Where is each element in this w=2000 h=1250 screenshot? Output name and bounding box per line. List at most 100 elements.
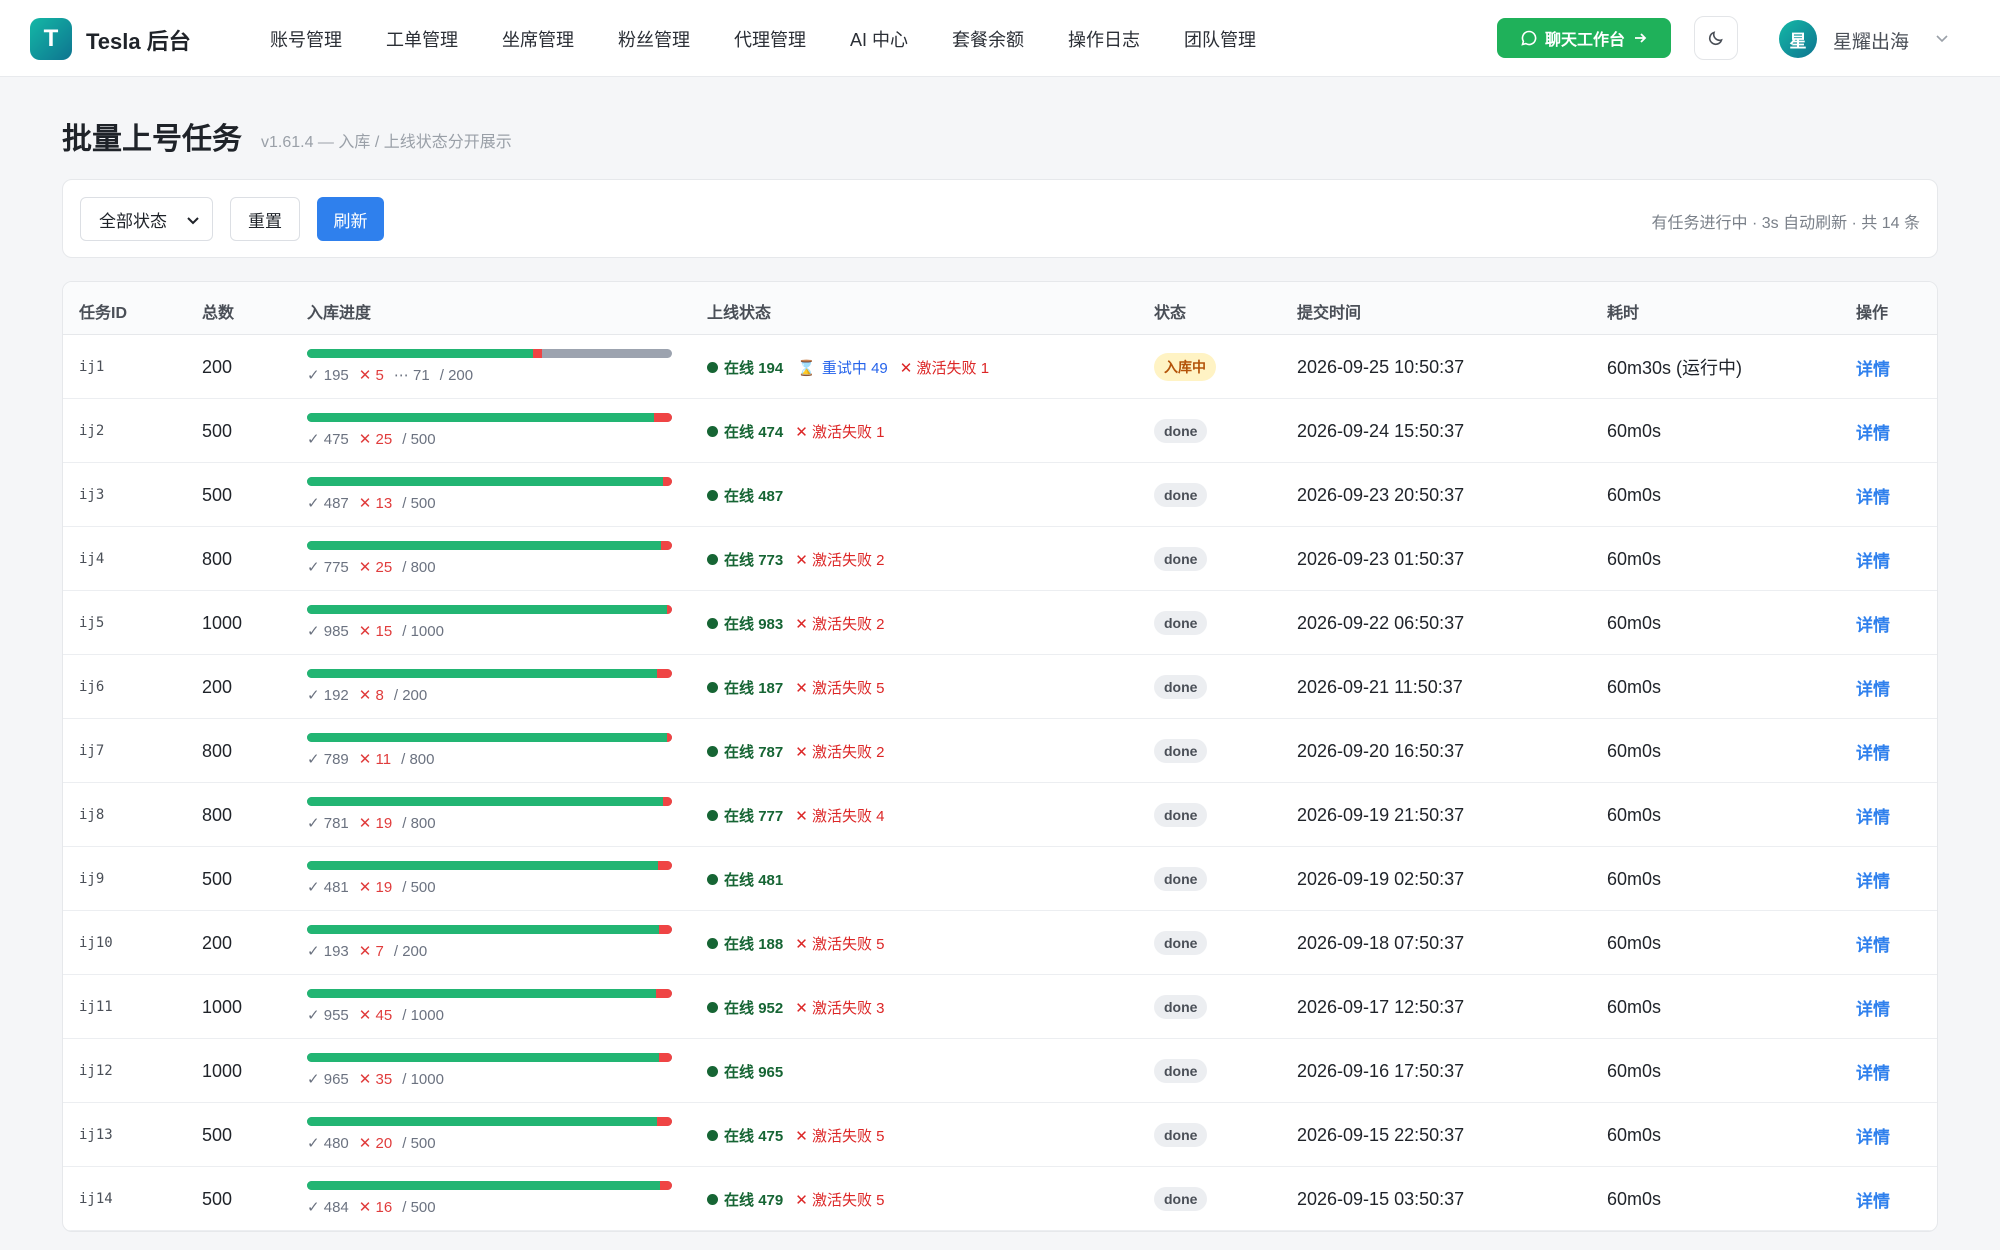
detail-link[interactable]: 详情 (1856, 719, 1890, 783)
online-status: 在线 475 ✕ 激活失败 5 (707, 1103, 885, 1167)
task-id: ij14 (79, 1191, 113, 1207)
online-count: 在线 983 (724, 615, 784, 633)
progress-fail-fill (659, 1053, 672, 1062)
detail-link[interactable]: 详情 (1856, 399, 1890, 463)
theme-toggle-button[interactable] (1694, 16, 1738, 60)
online-count: 在线 194 (724, 359, 784, 377)
detail-link[interactable]: 详情 (1856, 463, 1890, 527)
ok-count: ✓ 484 (307, 1199, 349, 1216)
nav-item[interactable]: 套餐余额 (952, 26, 1024, 52)
progress-ok-fill (307, 1053, 660, 1062)
detail-link[interactable]: 详情 (1856, 1103, 1890, 1167)
progress-total: / 200 (393, 943, 428, 960)
task-id: ij11 (79, 999, 113, 1015)
col-online-status: 上线状态 (707, 305, 772, 322)
duration: 60m30s (运行中) (1607, 358, 1743, 378)
table-row: ij3 500 ✓ 487 ✕ 13 / 500 在线 487 done 2026-09-23… (63, 463, 1937, 527)
status-cell: done (1154, 1039, 1208, 1103)
task-total: 200 (202, 356, 233, 377)
detail-link[interactable]: 详情 (1856, 655, 1890, 719)
detail-link[interactable]: 详情 (1856, 975, 1890, 1039)
submit-time: 2026-09-15 22:50:37 (1297, 1124, 1465, 1145)
nav-item[interactable]: 坐席管理 (502, 26, 574, 52)
online-dot-icon (707, 489, 718, 501)
online-status: 在线 487 (707, 463, 783, 527)
progress-bar (307, 541, 672, 550)
chevron-down-icon[interactable] (1934, 30, 1950, 46)
progress-fail-fill (663, 797, 672, 806)
progress-stats: ✓ 955 ✕ 45 / 1000 (307, 1006, 444, 1024)
progress-total: / 800 (402, 559, 436, 576)
nav-item[interactable]: AI 中心 (850, 26, 908, 52)
duration: 60m0s (1607, 868, 1662, 889)
duration: 60m0s (1607, 804, 1662, 825)
progress-bar (307, 477, 672, 486)
online-status: 在线 479 ✕ 激活失败 5 (707, 1167, 885, 1231)
online-status: 在线 787 ✕ 激活失败 2 (707, 719, 885, 783)
task-total: 800 (202, 548, 233, 569)
submit-time: 2026-09-19 21:50:37 (1297, 804, 1465, 825)
detail-link[interactable]: 详情 (1856, 527, 1890, 591)
col-task-id: 任务ID (79, 305, 128, 322)
nav-item[interactable]: 粉丝管理 (618, 26, 690, 52)
progress-ok-fill (307, 349, 534, 358)
detail-link[interactable]: 详情 (1856, 911, 1890, 975)
progress-bar (307, 413, 672, 422)
online-count: 在线 474 (724, 423, 784, 441)
progress-bar (307, 989, 672, 998)
task-id: ij6 (79, 679, 105, 695)
ok-count: ✓ 487 (307, 495, 349, 512)
detail-link[interactable]: 详情 (1856, 335, 1890, 399)
moon-icon (1708, 31, 1723, 46)
chat-workbench-button[interactable]: 聊天工作台 (1497, 18, 1671, 58)
detail-link[interactable]: 详情 (1856, 1039, 1890, 1103)
import-progress: ✓ 789 ✕ 11 / 800 (307, 719, 672, 783)
online-dot-icon (707, 361, 718, 373)
online-dot-icon (707, 1065, 718, 1077)
detail-link[interactable]: 详情 (1856, 591, 1890, 655)
nav-item[interactable]: 团队管理 (1184, 26, 1256, 52)
status-badge: done (1154, 419, 1208, 443)
task-total: 1000 (202, 996, 243, 1017)
avatar[interactable]: 星 (1779, 20, 1817, 58)
progress-ok-fill (307, 925, 660, 934)
arrow-right-icon (1635, 33, 1647, 43)
progress-fail-fill (660, 1181, 672, 1190)
progress-ok-fill (307, 989, 656, 998)
pending-count: ⋯ 71 (393, 367, 430, 384)
refresh-button[interactable]: 刷新 (317, 197, 384, 241)
status-badge: done (1154, 931, 1208, 955)
submit-time: 2026-09-20 16:50:37 (1297, 740, 1465, 761)
task-id: ij7 (79, 743, 105, 759)
import-progress: ✓ 475 ✕ 25 / 500 (307, 399, 672, 463)
status-select[interactable]: 全部状态 (80, 197, 213, 241)
duration: 60m0s (1607, 1188, 1662, 1209)
status-badge: done (1154, 1187, 1208, 1211)
progress-stats: ✓ 487 ✕ 13 / 500 (307, 494, 436, 512)
duration: 60m0s (1607, 676, 1662, 697)
online-count: 在线 479 (724, 1191, 784, 1209)
detail-link[interactable]: 详情 (1856, 847, 1890, 911)
user-name[interactable]: 星耀出海 (1833, 27, 1909, 54)
table-row: ij7 800 ✓ 789 ✕ 11 / 800 在线 787 ✕ 激活失败 2 done 20… (63, 719, 1937, 783)
progress-total: / 200 (393, 687, 428, 704)
progress-stats: ✓ 781 ✕ 19 / 800 (307, 814, 436, 832)
nav-item[interactable]: 代理管理 (734, 26, 806, 52)
table-row: ij4 800 ✓ 775 ✕ 25 / 800 在线 773 ✕ 激活失败 2 done 20… (63, 527, 1937, 591)
detail-link[interactable]: 详情 (1856, 783, 1890, 847)
task-id: ij5 (79, 615, 105, 631)
reset-button[interactable]: 重置 (230, 197, 300, 241)
ok-count: ✓ 480 (307, 1135, 349, 1152)
fail-count: ✕ 15 (358, 623, 393, 640)
status-badge: done (1154, 1059, 1208, 1083)
nav-item[interactable]: 操作日志 (1068, 26, 1140, 52)
nav-item[interactable]: 账号管理 (270, 26, 342, 52)
import-progress: ✓ 481 ✕ 19 / 500 (307, 847, 672, 911)
progress-stats: ✓ 789 ✕ 11 / 800 (307, 750, 434, 768)
nav-item[interactable]: 工单管理 (386, 26, 458, 52)
fail-count: ✕ 8 (358, 687, 384, 704)
online-status: 在线 194 ⌛ 重试中 49 ✕ 激活失败 1 (707, 335, 989, 399)
detail-link[interactable]: 详情 (1856, 1167, 1890, 1231)
table-row: ij11 1000 ✓ 955 ✕ 45 / 1000 在线 952 ✕ 激活失败 3 don… (63, 975, 1937, 1039)
online-dot-icon (707, 425, 718, 437)
